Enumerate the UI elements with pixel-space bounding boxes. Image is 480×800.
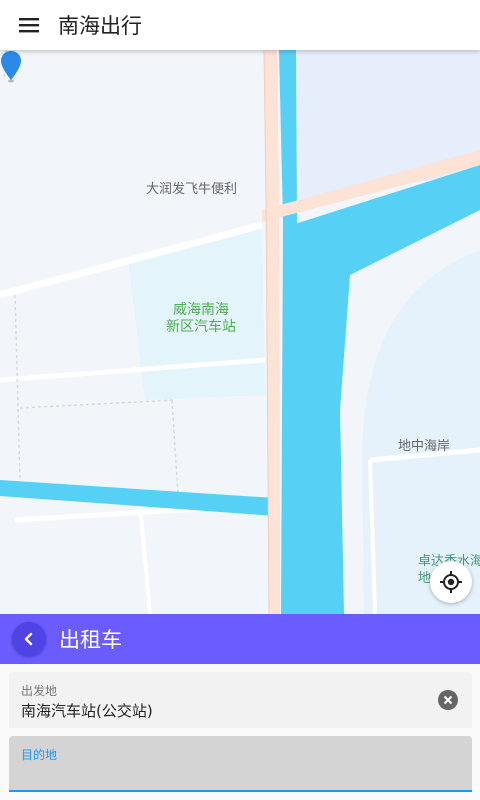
map-label-station: 威海南海 新区汽车站 xyxy=(166,302,236,335)
map-view[interactable]: 大润发飞牛便利 威海南海 新区汽车站 地中海岸 卓达香水海 地 2 xyxy=(0,50,480,614)
origin-label: 出发地 xyxy=(21,684,58,698)
taxi-header: 出租车 xyxy=(0,614,480,664)
back-button[interactable] xyxy=(12,622,46,656)
destination-label: 目的地 xyxy=(21,748,58,762)
taxi-title: 出租车 xyxy=(59,628,122,652)
map-canvas xyxy=(0,50,480,614)
map-label-sea-shore: 地中海岸 xyxy=(398,439,451,454)
route-form: 出发地 南海汽车站(公交站) 目的地 xyxy=(0,664,480,800)
destination-field[interactable]: 目的地 xyxy=(9,736,472,792)
close-icon xyxy=(443,695,453,705)
my-location-button[interactable] xyxy=(430,561,472,603)
origin-field[interactable]: 出发地 南海汽车站(公交站) xyxy=(9,672,472,728)
origin-value[interactable]: 南海汽车站(公交站) xyxy=(21,700,153,721)
crosshair-icon xyxy=(440,571,462,593)
app-title: 南海出行 xyxy=(58,14,142,38)
location-pin-icon[interactable] xyxy=(0,50,22,84)
map-label-shop: 大润发飞牛便利 xyxy=(146,182,238,197)
app-bar: 南海出行 xyxy=(0,0,480,50)
chevron-left-icon xyxy=(24,632,33,646)
clear-origin-button[interactable] xyxy=(438,690,458,710)
menu-button[interactable] xyxy=(0,0,58,50)
hamburger-menu-icon xyxy=(19,18,39,33)
